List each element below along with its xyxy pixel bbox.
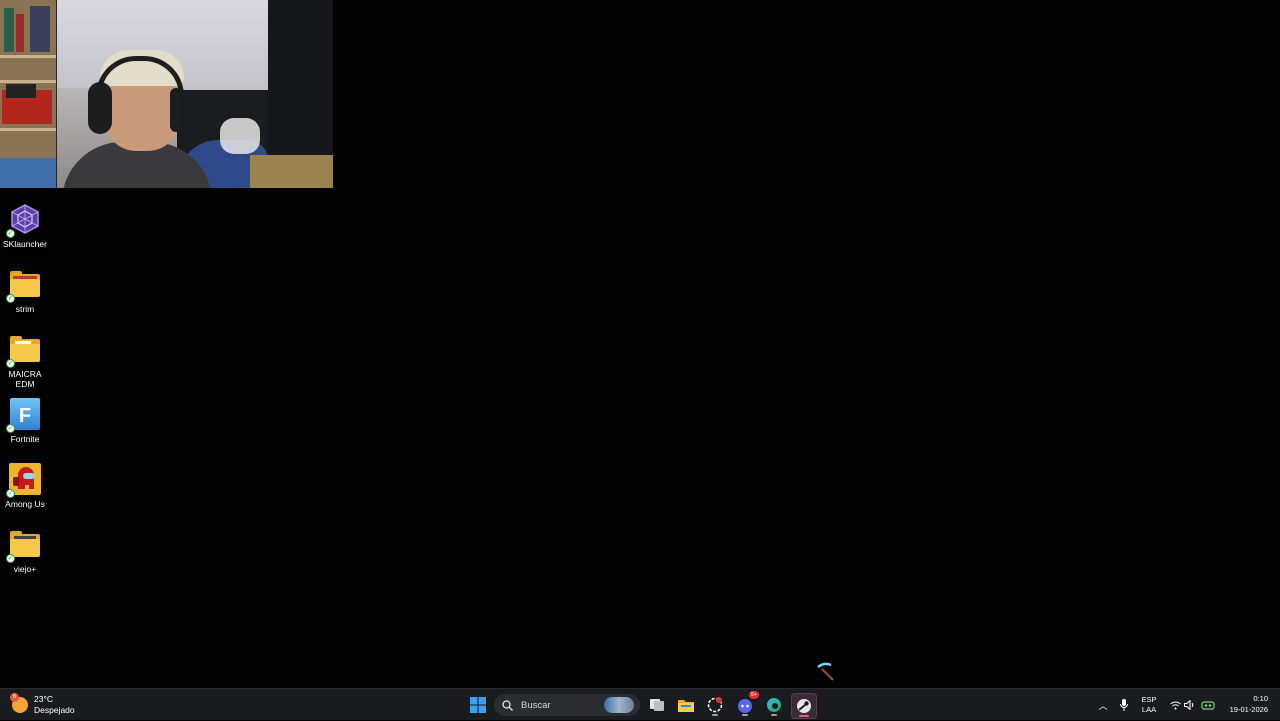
volume-button[interactable] [1182,689,1196,721]
file-explorer-button[interactable] [674,693,698,717]
screen-recorder-button[interactable] [703,693,727,717]
svg-text:F: F [19,405,31,427]
sync-check-icon: ✓ [6,229,15,238]
microphone-icon [1120,699,1128,711]
steam-button[interactable] [791,693,817,719]
desktop-icon-label: Among Us [5,499,45,509]
sync-check-icon: ✓ [6,359,15,368]
discord-button[interactable]: 9+ [733,691,759,717]
webcam-overlay [0,0,333,188]
desktop-icon-viejo[interactable]: ✓ viejo+ [0,528,50,574]
active-indicator [799,715,809,717]
weather-temperature: 23°C [34,694,53,704]
keyboard-layout: LAA [1141,705,1157,714]
bookshelf [0,0,56,188]
weather-widget[interactable]: 6 23°C Despejado [10,693,75,717]
running-indicator [712,714,718,716]
tray-app-button[interactable] [1200,689,1216,721]
fortnite-icon: F ✓ [6,398,41,433]
among-us-icon: ✓ [6,463,41,498]
desktop-icon-maicra-edm[interactable]: ✓ MAICRA EDM [0,333,50,389]
speaker-icon [1183,700,1193,710]
taskbar-search-box[interactable]: Buscar [494,694,640,716]
tray-app-icon [1201,701,1215,710]
screen-recorder-icon [707,697,723,713]
wifi-button[interactable] [1168,689,1182,721]
weather-sun-icon: 6 [10,693,28,713]
edge-icon [767,698,781,712]
pickaxe-cursor-icon [816,661,836,681]
sync-check-icon: ✓ [6,489,15,498]
desktop-icon-label: MAICRA EDM [8,369,42,389]
folder-icon: ✓ [6,333,41,368]
microphone-button[interactable] [1117,689,1131,721]
language-code: ESP [1141,695,1157,704]
taskbar: 6 23°C Despejado Buscar 9+ ︿ ESP LAA 0:1… [0,688,1280,720]
steam-icon [797,699,811,713]
sklauncher-icon: ✓ [6,203,41,238]
desktop-icon-fortnite[interactable]: F ✓ Fortnite [0,398,50,444]
wifi-icon [1169,701,1181,709]
show-hidden-icons-button[interactable]: ︿ [1096,689,1110,721]
clock-date: 19-01-2026 [1229,705,1268,714]
desktop-icon-label: viejo+ [13,564,37,574]
discord-icon [738,699,752,713]
desktop-icon-sklauncher[interactable]: ✓ SKlauncher [0,203,50,249]
running-indicator [771,714,777,716]
desktop-icon-label: strim [15,304,35,314]
sync-check-icon: ✓ [6,294,15,303]
folder-icon: ✓ [6,528,41,563]
discord-badge: 9+ [748,691,759,699]
start-button[interactable] [466,693,490,717]
language-indicator[interactable]: ESP LAA [1138,689,1160,721]
search-placeholder: Buscar [521,699,551,711]
search-highlight-image [604,697,634,713]
taskbar-clock[interactable]: 0:10 19-01-2026 [1230,693,1268,715]
folder-icon: ✓ [6,268,41,303]
task-view-icon [650,699,664,711]
task-view-button[interactable] [645,693,669,717]
sync-check-icon: ✓ [6,554,15,563]
chevron-up-icon: ︿ [1098,700,1108,711]
file-explorer-icon [678,699,694,712]
clock-time: 0:10 [1253,694,1268,703]
desktop-icon-strim[interactable]: ✓ strim [0,268,50,314]
windows-start-icon [470,697,486,713]
edge-button[interactable] [762,693,786,717]
search-icon [502,699,513,711]
desktop-icon-label: Fortnite [10,434,40,444]
sync-check-icon: ✓ [6,424,15,433]
notification-badge: 6 [10,693,19,702]
desktop-icon-among-us[interactable]: ✓ Among Us [0,463,50,509]
weather-condition: Despejado [34,705,75,715]
running-indicator [742,714,748,716]
desktop-icon-label: SKlauncher [3,239,47,249]
